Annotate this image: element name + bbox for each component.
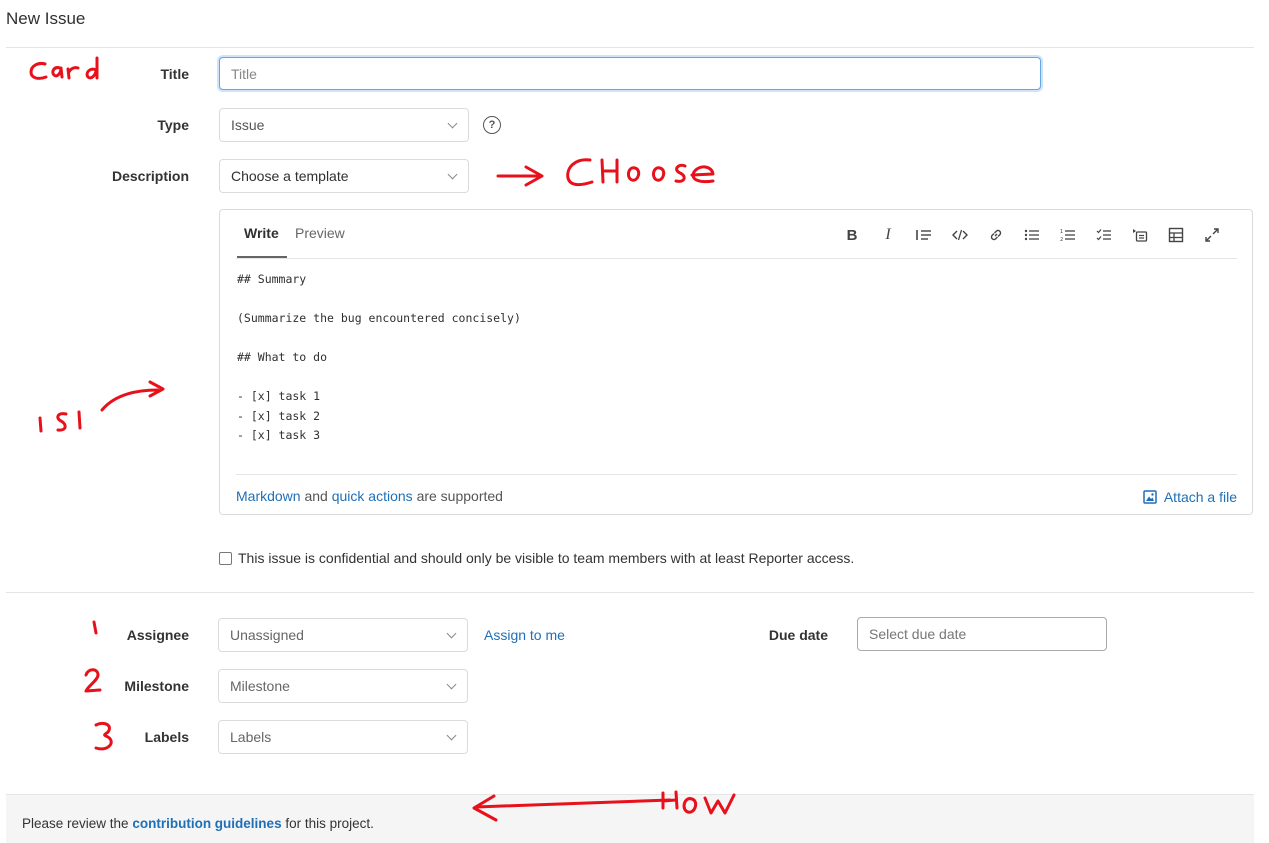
footer-suffix: for this project. <box>285 816 374 831</box>
editor-toolbar: B I 12 <box>834 226 1230 244</box>
bold-icon[interactable]: B <box>834 226 870 244</box>
chevron-down-icon <box>447 118 458 128</box>
annotation-choose <box>496 158 715 187</box>
editor-footer: Markdown and quick actions are supported <box>236 488 503 504</box>
due-date-input[interactable]: Select due date <box>857 617 1107 651</box>
template-value: Choose a template <box>231 168 349 184</box>
footer-text: Please review the contribution guideline… <box>22 816 374 831</box>
labels-label: Labels <box>144 729 189 745</box>
annotation-number-1 <box>92 620 98 635</box>
type-select[interactable]: Issue <box>219 108 469 142</box>
title-label: Title <box>160 66 189 82</box>
confidential-row: This issue is confidential and should on… <box>219 550 854 566</box>
quick-actions-link[interactable]: quick actions <box>332 488 413 504</box>
annotation-isi <box>38 380 165 433</box>
footer-supported: are supported <box>416 488 503 504</box>
labels-select[interactable]: Labels <box>218 720 468 754</box>
annotation-number-2 <box>84 668 102 693</box>
labels-value: Labels <box>230 729 272 745</box>
question-circle-icon[interactable]: ? <box>483 116 501 134</box>
chevron-down-icon <box>447 169 458 179</box>
bullet-list-icon[interactable] <box>1014 226 1050 244</box>
milestone-select[interactable]: Milestone <box>218 669 468 703</box>
footer-and: and <box>304 488 328 504</box>
title-input[interactable]: Title <box>219 57 1041 90</box>
type-label: Type <box>157 117 189 133</box>
attach-file-label: Attach a file <box>1163 489 1237 505</box>
svg-text:1: 1 <box>1060 229 1063 235</box>
template-select[interactable]: Choose a template <box>219 159 469 193</box>
contribution-guidelines-link[interactable]: contribution guidelines <box>132 816 281 831</box>
annotation-card <box>29 56 99 80</box>
quote-icon[interactable] <box>906 226 942 244</box>
description-editor: Write Preview B I 12 ## Summary (Summari… <box>219 209 1253 515</box>
code-icon[interactable] <box>942 226 978 244</box>
annotation-number-3 <box>94 721 113 751</box>
attach-file-button[interactable]: Attach a file <box>1143 489 1237 505</box>
footer-banner: Please review the contribution guideline… <box>6 794 1254 843</box>
type-value: Issue <box>231 117 265 133</box>
milestone-label: Milestone <box>124 678 189 694</box>
assignee-value: Unassigned <box>230 627 304 643</box>
header-divider <box>6 47 1254 48</box>
collapsible-icon[interactable] <box>1122 226 1158 244</box>
table-icon[interactable] <box>1158 226 1194 244</box>
section-divider <box>6 592 1254 593</box>
confidential-label: This issue is confidential and should on… <box>238 550 855 566</box>
tab-preview[interactable]: Preview <box>295 225 345 241</box>
footer-prefix: Please review the <box>22 816 129 831</box>
title-placeholder: Title <box>231 65 257 82</box>
chevron-down-icon <box>446 679 457 689</box>
chevron-down-icon <box>446 730 457 740</box>
confidential-checkbox[interactable] <box>219 551 232 565</box>
page-title: New Issue <box>6 9 86 28</box>
italic-icon[interactable]: I <box>870 226 906 244</box>
assign-to-me-link[interactable]: Assign to me <box>484 627 565 643</box>
markdown-link[interactable]: Markdown <box>236 488 301 504</box>
link-icon[interactable] <box>978 226 1014 244</box>
due-date-placeholder: Select due date <box>869 626 967 642</box>
editor-divider <box>236 258 1237 259</box>
editor-footer-divider <box>236 474 1237 475</box>
fullscreen-icon[interactable] <box>1194 226 1230 244</box>
chevron-down-icon <box>446 628 457 638</box>
numbered-list-icon[interactable]: 12 <box>1050 226 1086 244</box>
description-label: Description <box>111 168 189 184</box>
description-textarea[interactable]: ## Summary (Summarize the bug encountere… <box>237 270 521 446</box>
svg-text:2: 2 <box>1060 237 1063 242</box>
milestone-value: Milestone <box>230 678 290 694</box>
image-icon <box>1143 490 1157 504</box>
due-date-label: Due date <box>768 627 828 643</box>
assignee-label: Assignee <box>126 627 189 643</box>
tab-write[interactable]: Write <box>244 225 279 241</box>
task-list-icon[interactable] <box>1086 226 1122 244</box>
assignee-select[interactable]: Unassigned <box>218 618 468 652</box>
